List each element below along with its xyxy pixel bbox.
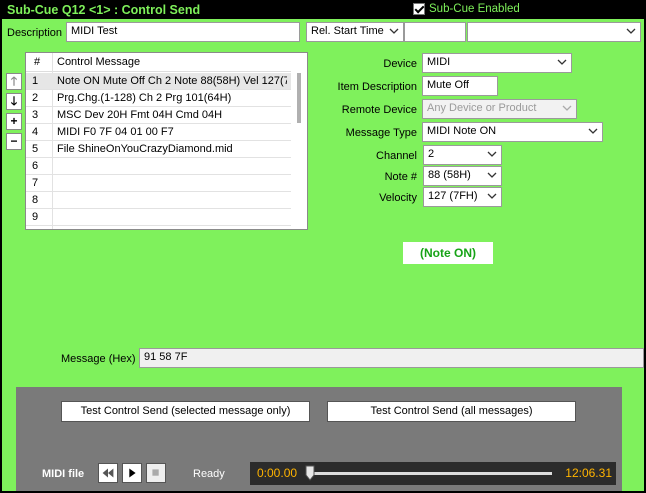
channel-select[interactable]: 2 bbox=[423, 145, 502, 165]
row-message: Prg.Chg.(1-128) Ch 2 Prg 101(64H) bbox=[57, 92, 232, 104]
extra-select[interactable] bbox=[467, 22, 641, 42]
stop-icon bbox=[152, 469, 159, 476]
stop-button[interactable] bbox=[146, 463, 166, 483]
row-message: MIDI F0 7F 04 01 00 F7 bbox=[57, 126, 174, 138]
table-row[interactable]: 9 bbox=[26, 209, 292, 226]
table-row[interactable]: 8 bbox=[26, 192, 292, 209]
row-message: MSC Dev 20H Fmt 04H Cmd 04H bbox=[57, 109, 223, 121]
channel-value: 2 bbox=[428, 148, 435, 160]
chevron-down-icon bbox=[487, 151, 497, 157]
message-type-label: Message Type bbox=[345, 127, 417, 139]
remote-device-select[interactable]: Any Device or Product bbox=[422, 99, 577, 119]
device-label: Device bbox=[383, 58, 417, 70]
midi-file-label: MIDI file bbox=[42, 468, 85, 480]
time-mode-select[interactable]: Rel. Start Time bbox=[306, 22, 404, 42]
row-num: 2 bbox=[32, 92, 39, 104]
message-type-value: MIDI Note ON bbox=[427, 125, 497, 137]
status-badge: (Note ON) bbox=[403, 242, 493, 264]
slider-track[interactable] bbox=[312, 472, 552, 475]
table-row[interactable]: 4 MIDI F0 7F 04 01 00 F7 bbox=[26, 124, 292, 141]
row-num: 1 bbox=[32, 75, 39, 87]
table-row[interactable]: 6 bbox=[26, 158, 292, 175]
main-panel: Description MIDI Test Rel. Start Time 🡑 … bbox=[2, 19, 644, 491]
move-up-button[interactable]: 🡑 bbox=[6, 73, 22, 90]
note-value: 88 (58H) bbox=[428, 169, 471, 181]
table-row[interactable]: 5 File ShineOnYouCrazyDiamond.mid bbox=[26, 141, 292, 158]
velocity-value: 127 (7FH) bbox=[428, 190, 478, 202]
remote-device-value: Any Device or Product bbox=[427, 102, 537, 114]
sub-cue-enabled-toggle[interactable]: Sub-Cue Enabled bbox=[413, 3, 520, 15]
description-input[interactable]: MIDI Test bbox=[66, 22, 300, 42]
list-scrollbar[interactable] bbox=[291, 53, 307, 229]
table-row[interactable]: 2 Prg.Chg.(1-128) Ch 2 Prg 101(64H) bbox=[26, 90, 292, 107]
remove-message-button[interactable]: − bbox=[6, 133, 22, 150]
table-row[interactable]: 1 Note ON Mute Off Ch 2 Note 88(58H) Vel… bbox=[26, 73, 292, 90]
play-button[interactable] bbox=[122, 463, 142, 483]
control-message-list[interactable]: # Control Message 1 Note ON Mute Off Ch … bbox=[25, 52, 308, 230]
sub-cue-enabled-label: Sub-Cue Enabled bbox=[429, 3, 520, 15]
row-num: 9 bbox=[32, 211, 39, 223]
time-mode-value: Rel. Start Time bbox=[311, 25, 384, 37]
row-num: 6 bbox=[32, 160, 39, 172]
test-panel: Test Control Send (selected message only… bbox=[16, 387, 622, 491]
row-num: 3 bbox=[32, 109, 39, 121]
table-row[interactable]: 3 MSC Dev 20H Fmt 04H Cmd 04H bbox=[26, 107, 292, 124]
table-row[interactable]: 7 bbox=[26, 175, 292, 192]
row-message: Note ON Mute Off Ch 2 Note 88(58H) Vel 1… bbox=[57, 75, 287, 87]
list-header: # Control Message bbox=[26, 53, 292, 72]
note-select[interactable]: 88 (58H) bbox=[423, 166, 502, 186]
velocity-label: Velocity bbox=[379, 192, 417, 204]
velocity-select[interactable]: 127 (7FH) bbox=[423, 187, 502, 207]
channel-label: Channel bbox=[376, 150, 417, 162]
row-num: 7 bbox=[32, 177, 39, 189]
add-message-button[interactable]: + bbox=[6, 113, 22, 130]
message-hex-field: 91 58 7F bbox=[139, 348, 644, 368]
header-control-message: Control Message bbox=[57, 56, 141, 68]
message-hex-label: Message (Hex) bbox=[61, 353, 136, 365]
playback-status: Ready bbox=[193, 468, 225, 480]
test-selected-button[interactable]: Test Control Send (selected message only… bbox=[61, 401, 310, 422]
play-icon bbox=[129, 468, 136, 478]
chevron-down-icon bbox=[389, 28, 399, 34]
row-num: 5 bbox=[32, 143, 39, 155]
time-value-input[interactable] bbox=[404, 22, 466, 42]
rewind-icon bbox=[102, 468, 114, 478]
move-down-button[interactable]: 🡓 bbox=[6, 93, 22, 110]
control-send-window: Sub-Cue Q12 <1> : Control Send Sub-Cue E… bbox=[0, 0, 646, 493]
chevron-down-icon bbox=[588, 128, 598, 134]
sub-cue-enabled-checkbox[interactable] bbox=[413, 3, 425, 15]
message-type-select[interactable]: MIDI Note ON bbox=[422, 122, 603, 142]
rewind-button[interactable] bbox=[98, 463, 118, 483]
time-start: 0:00.00 bbox=[257, 466, 298, 480]
header-num: # bbox=[34, 56, 41, 68]
note-label: Note # bbox=[384, 171, 417, 183]
chevron-down-icon bbox=[626, 28, 636, 34]
window-title: Sub-Cue Q12 <1> : Control Send bbox=[7, 3, 201, 17]
title-bar: Sub-Cue Q12 <1> : Control Send Sub-Cue E… bbox=[1, 1, 645, 19]
time-end: 12:06.31 bbox=[565, 466, 612, 480]
device-select[interactable]: MIDI bbox=[422, 53, 572, 73]
chevron-down-icon bbox=[562, 105, 572, 111]
item-description-input[interactable]: Mute Off bbox=[422, 76, 498, 96]
chevron-down-icon bbox=[487, 193, 497, 199]
device-value: MIDI bbox=[427, 56, 451, 68]
test-all-button[interactable]: Test Control Send (all messages) bbox=[327, 401, 576, 422]
item-description-label: Item Description bbox=[337, 81, 417, 93]
playback-slider[interactable]: 0:00.00 12:06.31 bbox=[250, 462, 616, 485]
remote-device-label: Remote Device bbox=[341, 104, 417, 116]
scrollbar-thumb[interactable] bbox=[297, 73, 301, 123]
slider-thumb[interactable] bbox=[305, 465, 315, 481]
description-label: Description bbox=[7, 27, 63, 39]
row-num: 8 bbox=[32, 194, 39, 206]
row-num: 4 bbox=[32, 126, 39, 138]
row-message: File ShineOnYouCrazyDiamond.mid bbox=[57, 143, 233, 155]
chevron-down-icon bbox=[557, 59, 567, 65]
chevron-down-icon bbox=[487, 172, 497, 178]
